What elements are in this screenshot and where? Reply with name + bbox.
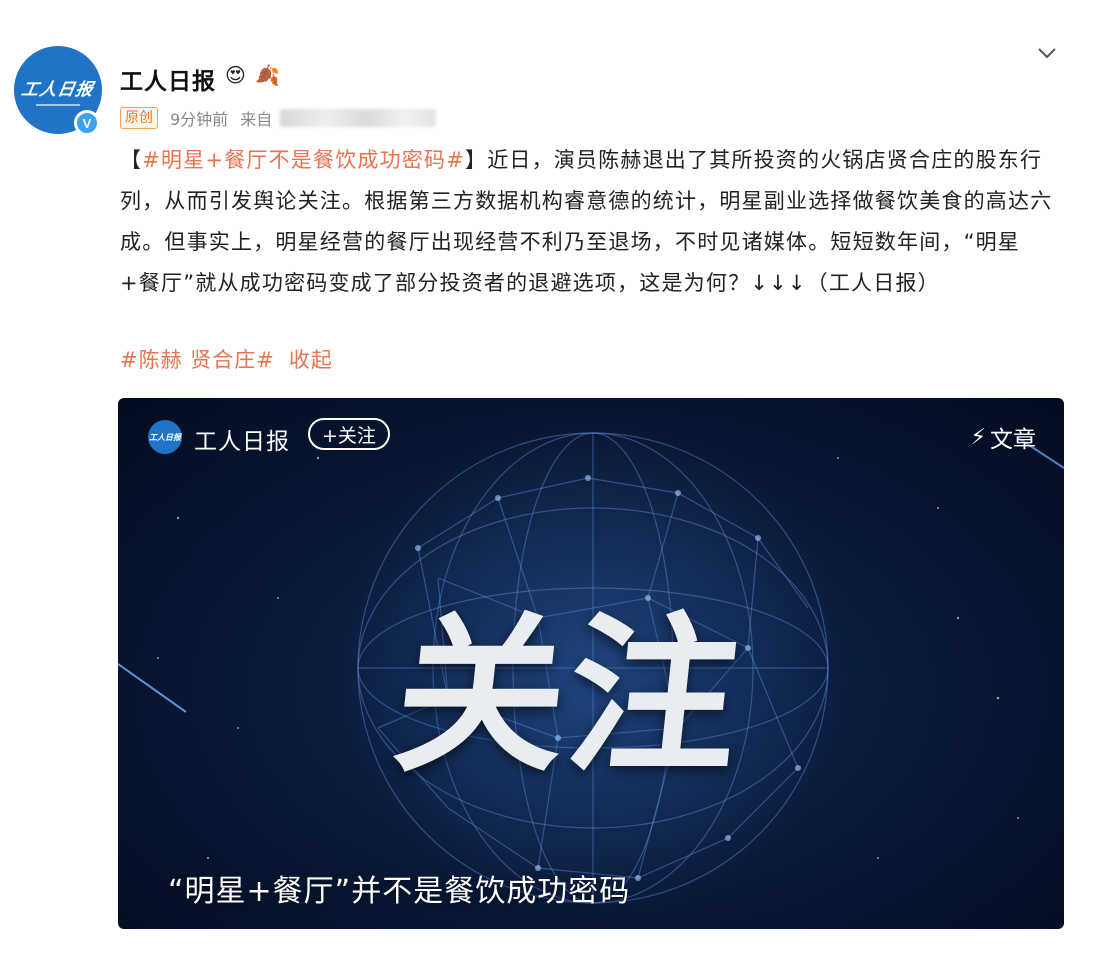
open-bracket: 【	[120, 148, 143, 172]
original-tag: 原创	[120, 107, 158, 129]
article-link[interactable]: ⚡ 文章	[971, 420, 1036, 454]
emoji-badge-2: 🍂	[255, 63, 280, 87]
video-card[interactable]: 工人日报 工人日报 +关注 ⚡ 文章 关注 “明星+餐厅”并不是餐饮成功密码	[118, 398, 1064, 929]
post-body: 【#明星+餐厅不是餐饮成功密码#】近日，演员陈赫退出了其所投资的火锅店贤合庄的股…	[120, 140, 1060, 304]
article-label: 文章	[990, 427, 1036, 453]
avatar-logo-text: 工人日报	[19, 79, 96, 100]
tag-line: #陈赫 贤合庄# 收起	[120, 342, 333, 378]
channel-name[interactable]: 工人日报	[194, 422, 290, 456]
verified-icon: V	[74, 110, 100, 136]
video-caption: “明星+餐厅”并不是餐饮成功密码	[168, 874, 631, 909]
emoji-badge-1: 😍	[225, 63, 246, 87]
avatar-logo-underline	[36, 103, 80, 106]
post-source-label: 来自	[240, 110, 273, 129]
post-meta: 原创 9分钟前 来自	[120, 106, 437, 130]
hashtag-link[interactable]: #明星+餐厅不是餐饮成功密码#	[142, 148, 465, 172]
author-name[interactable]: 工人日报	[120, 62, 216, 96]
follow-button[interactable]: +关注	[308, 418, 390, 450]
post-time[interactable]: 9分钟前	[170, 106, 228, 130]
lightning-icon: ⚡	[970, 424, 986, 450]
blurred-source	[280, 109, 437, 127]
channel-avatar[interactable]: 工人日报	[148, 420, 182, 454]
collapse-link[interactable]: 收起	[289, 348, 333, 372]
topic-tag-link[interactable]: #陈赫 贤合庄#	[120, 348, 275, 372]
chevron-down-icon[interactable]	[1036, 42, 1058, 64]
video-headline-text: 关注	[385, 598, 751, 796]
